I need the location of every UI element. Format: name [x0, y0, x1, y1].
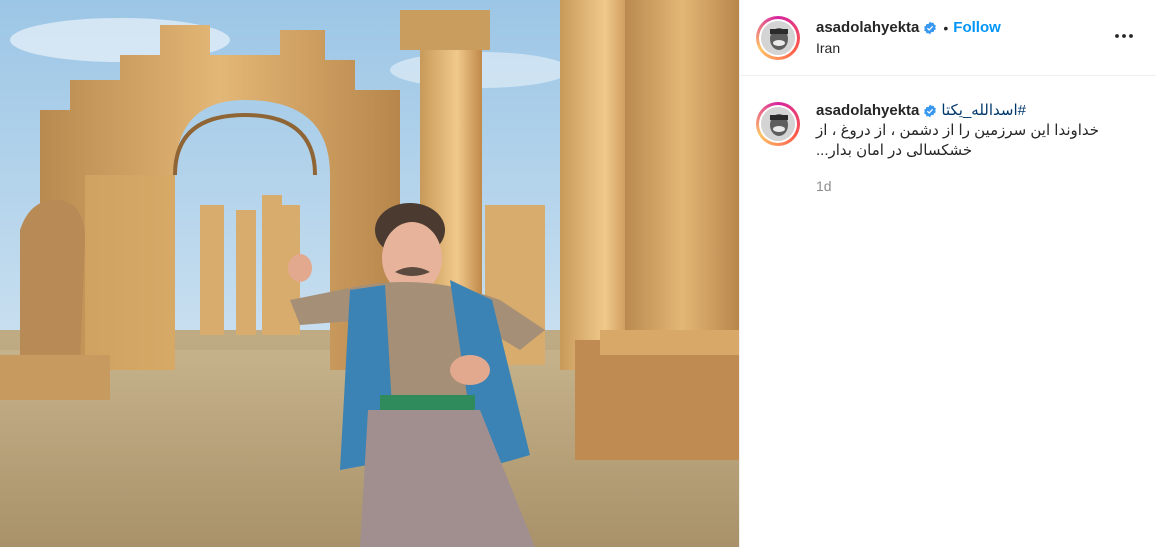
post-dialog: asadolahyekta • Follow Iran asadolahyekt…	[0, 0, 1156, 547]
hashtag-link[interactable]: #اسدالله_یکتا	[941, 102, 1026, 120]
caption-text-line-1: خداوندا این سرزمین را از دشمن ، از دروغ …	[816, 122, 1100, 139]
follow-button[interactable]: Follow	[953, 19, 1001, 36]
avatar[interactable]	[756, 15, 800, 60]
location-link[interactable]: Iran	[816, 40, 1001, 56]
caption-username[interactable]: asadolahyekta	[816, 102, 919, 120]
caption: asadolahyekta #اسدالله_یکتا خداوندا این …	[740, 76, 1156, 195]
post-sidebar: asadolahyekta • Follow Iran asadolahyekt…	[739, 0, 1156, 547]
avatar-photo	[761, 107, 795, 141]
avatar-photo	[761, 20, 795, 55]
ruins-photo	[0, 0, 739, 547]
verified-badge-icon	[924, 104, 937, 118]
more-options-icon	[1115, 34, 1133, 38]
header-username[interactable]: asadolahyekta	[816, 19, 919, 36]
post-image[interactable]	[0, 0, 739, 547]
separator-dot: •	[943, 19, 949, 36]
post-timestamp[interactable]: 1d	[816, 177, 1116, 195]
more-options-button[interactable]	[1110, 22, 1138, 50]
caption-avatar[interactable]	[756, 102, 800, 146]
verified-badge-icon	[924, 21, 937, 34]
caption-text-line-2: خشکسالی در امان بدار...	[816, 142, 973, 159]
post-header: asadolahyekta • Follow Iran	[740, 0, 1156, 76]
